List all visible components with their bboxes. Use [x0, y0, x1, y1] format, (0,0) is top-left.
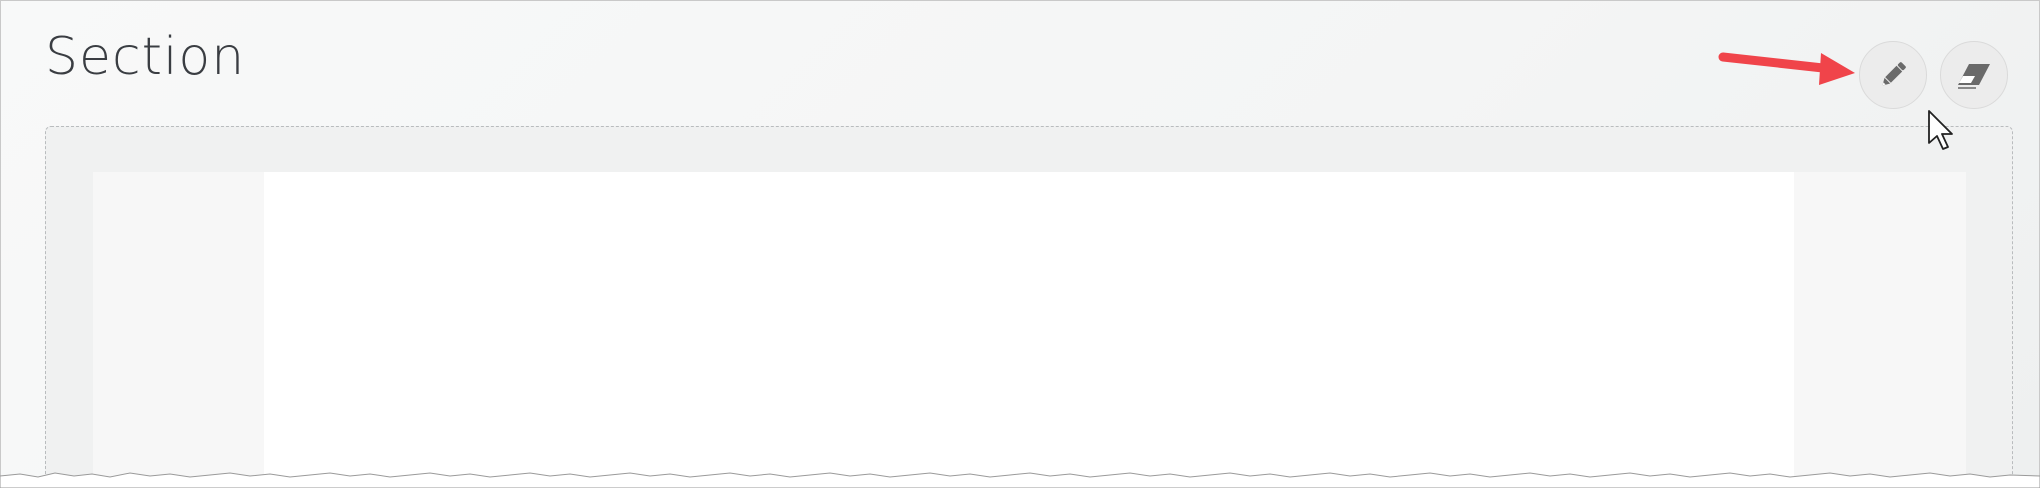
mouse-cursor-icon — [1928, 110, 1953, 150]
annotation-arrow — [1718, 52, 1855, 85]
torn-edge — [0, 472, 2040, 488]
section-body — [45, 126, 2013, 487]
page-area — [93, 172, 1966, 487]
edit-button[interactable] — [1859, 41, 1927, 109]
screenshot-frame: Section — [0, 0, 2040, 488]
clear-button[interactable] — [1940, 41, 2008, 109]
pencil-icon — [1882, 62, 1906, 86]
section-title: Section — [45, 27, 246, 87]
eraser-icon — [1958, 64, 1990, 89]
page-content — [264, 172, 1794, 487]
